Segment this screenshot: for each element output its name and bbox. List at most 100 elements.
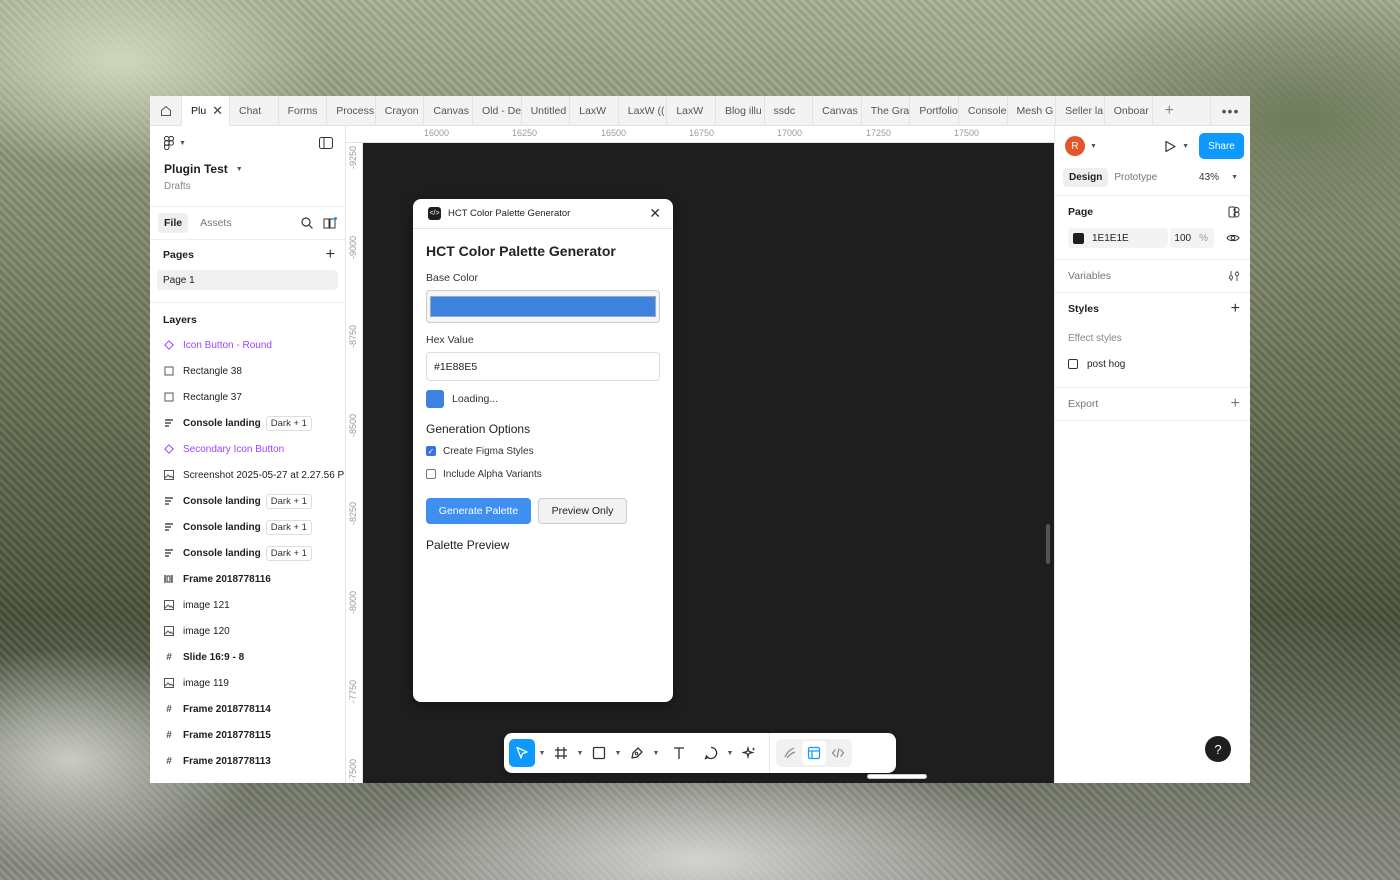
layer-item[interactable]: Screenshot 2025-05-27 at 2.27.56 PM	[150, 462, 345, 488]
tab-6[interactable]: Old - De	[473, 96, 522, 126]
chevron-down-icon[interactable]: ▼	[723, 739, 737, 767]
eye-icon[interactable]	[1226, 233, 1240, 243]
library-icon[interactable]	[323, 216, 337, 230]
layer-item[interactable]: Console landing Dark + 1	[150, 410, 345, 436]
add-export-button[interactable]: +	[1231, 395, 1240, 413]
actions-tool[interactable]	[737, 739, 761, 767]
project-location[interactable]: Drafts	[150, 181, 345, 192]
add-page-button[interactable]: +	[326, 246, 335, 264]
search-icon[interactable]	[301, 217, 313, 229]
tab-4[interactable]: Crayon	[376, 96, 425, 126]
tab-14[interactable]: The Gra	[862, 96, 911, 126]
project-title[interactable]: Plugin Test ▼	[150, 160, 345, 178]
sliders-icon[interactable]	[1228, 270, 1240, 282]
close-icon[interactable]: ✕	[212, 103, 223, 119]
plugin-header[interactable]: </> HCT Color Palette Generator ✕	[413, 199, 673, 229]
layer-item[interactable]: image 121	[150, 592, 345, 618]
tab-7[interactable]: Untitled	[522, 96, 571, 126]
help-button[interactable]: ?	[1205, 736, 1231, 762]
text-tool[interactable]	[667, 739, 691, 767]
layer-item[interactable]: Icon Button - Round	[150, 332, 345, 358]
chevron-down-icon[interactable]: ▼	[535, 739, 549, 767]
tab-12[interactable]: ssdc	[765, 96, 814, 126]
tab-17[interactable]: Mesh G	[1008, 96, 1057, 126]
tab-15[interactable]: Portfolio	[910, 96, 959, 126]
pen-tool[interactable]	[625, 739, 649, 767]
layer-item[interactable]: Console landing Dark + 1	[150, 514, 345, 540]
shape-tool[interactable]	[587, 739, 611, 767]
tab-19[interactable]: Onboar	[1105, 96, 1154, 126]
dev-mode-button[interactable]	[826, 739, 850, 767]
present-button[interactable]: ▼	[1164, 140, 1189, 153]
styles-title: Styles	[1068, 303, 1099, 315]
local-styles-icon[interactable]	[1228, 206, 1240, 218]
sidebar-toggle-icon[interactable]	[319, 137, 333, 149]
layer-item[interactable]: Rectangle 38	[150, 358, 345, 384]
tab-18[interactable]: Seller la	[1056, 96, 1105, 126]
play-icon	[1165, 140, 1176, 152]
checkbox-unchecked[interactable]	[426, 469, 436, 479]
layer-item[interactable]: # Frame 2018778114	[150, 696, 345, 722]
close-icon[interactable]: ✕	[649, 205, 661, 222]
chevron-down-icon[interactable]: ▼	[573, 739, 587, 767]
toolbar-handle[interactable]	[867, 774, 927, 779]
move-tool[interactable]	[509, 739, 535, 767]
base-color-picker[interactable]	[426, 290, 660, 323]
page-color-swatch[interactable]	[1073, 232, 1084, 244]
home-icon	[160, 105, 171, 116]
checkbox-checked[interactable]: ✓	[426, 446, 436, 456]
layer-item[interactable]: image 119	[150, 670, 345, 696]
preview-only-button[interactable]: Preview Only	[538, 498, 627, 524]
hex-value-input[interactable]	[426, 352, 660, 381]
layer-item[interactable]: Frame 2018778116	[150, 566, 345, 592]
tab-2[interactable]: Forms	[279, 96, 328, 126]
chevron-down-icon[interactable]: ▼	[611, 739, 625, 767]
add-style-button[interactable]: +	[1231, 300, 1240, 318]
option-create-styles[interactable]: ✓ Create Figma Styles	[426, 443, 660, 459]
tab-8[interactable]: LaxW	[570, 96, 619, 126]
layer-item[interactable]: # Slide 16:9 - 8	[150, 644, 345, 670]
option-alpha-variants[interactable]: Include Alpha Variants	[426, 466, 660, 482]
zoom-control[interactable]: 43% ▼	[1199, 172, 1242, 183]
layer-item[interactable]: Console landing Dark + 1	[150, 488, 345, 514]
tab-label: LaxW	[579, 105, 606, 117]
more-tabs-button[interactable]: •••	[1210, 96, 1250, 126]
tab-5[interactable]: Canvas	[424, 96, 473, 126]
layer-item[interactable]: image 120	[150, 618, 345, 644]
tab-0[interactable]: Plu ✕	[182, 96, 230, 126]
comment-tool[interactable]	[699, 739, 723, 767]
page-color-field[interactable]: 1E1E1E	[1068, 228, 1168, 248]
draw-mode-button[interactable]	[778, 739, 802, 767]
design-mode-button[interactable]	[802, 741, 826, 765]
share-button[interactable]: Share	[1199, 133, 1244, 159]
home-tab[interactable]	[150, 96, 182, 126]
comment-icon	[704, 746, 718, 760]
tab-9[interactable]: LaxW ((	[619, 96, 668, 126]
layer-item[interactable]: Secondary Icon Button	[150, 436, 345, 462]
tab-file[interactable]: File	[158, 213, 189, 233]
tab-design[interactable]: Design	[1063, 168, 1109, 187]
page-item[interactable]: Page 1	[157, 270, 338, 290]
tab-assets[interactable]: Assets	[194, 213, 238, 233]
page-opacity-field[interactable]: 100 %	[1170, 228, 1214, 248]
tab-3[interactable]: Process	[327, 96, 376, 126]
main-menu-button[interactable]: ▼	[164, 136, 186, 150]
tab-11[interactable]: Blog illu	[716, 96, 765, 126]
generate-palette-button[interactable]: Generate Palette	[426, 498, 531, 524]
canvas-scrollbar[interactable]	[1046, 524, 1050, 564]
layer-item[interactable]: Console landing Dark + 1	[150, 540, 345, 566]
tab-prototype[interactable]: Prototype	[1108, 168, 1163, 187]
new-tab-button[interactable]: +	[1153, 96, 1185, 126]
layer-label: Frame 2018778114	[183, 703, 271, 715]
tab-16[interactable]: Console	[959, 96, 1008, 126]
style-item[interactable]: post hog	[1068, 351, 1240, 377]
tab-1[interactable]: Chat	[230, 96, 279, 126]
tab-10[interactable]: LaxW	[667, 96, 716, 126]
layer-item[interactable]: # Frame 2018778115	[150, 722, 345, 748]
tab-13[interactable]: Canvas	[813, 96, 862, 126]
layer-item[interactable]: # Frame 2018778113	[150, 748, 345, 774]
frame-tool[interactable]	[549, 739, 573, 767]
chevron-down-icon[interactable]: ▼	[649, 739, 663, 767]
user-menu[interactable]: R ▼	[1065, 136, 1097, 156]
layer-item[interactable]: Rectangle 37	[150, 384, 345, 410]
